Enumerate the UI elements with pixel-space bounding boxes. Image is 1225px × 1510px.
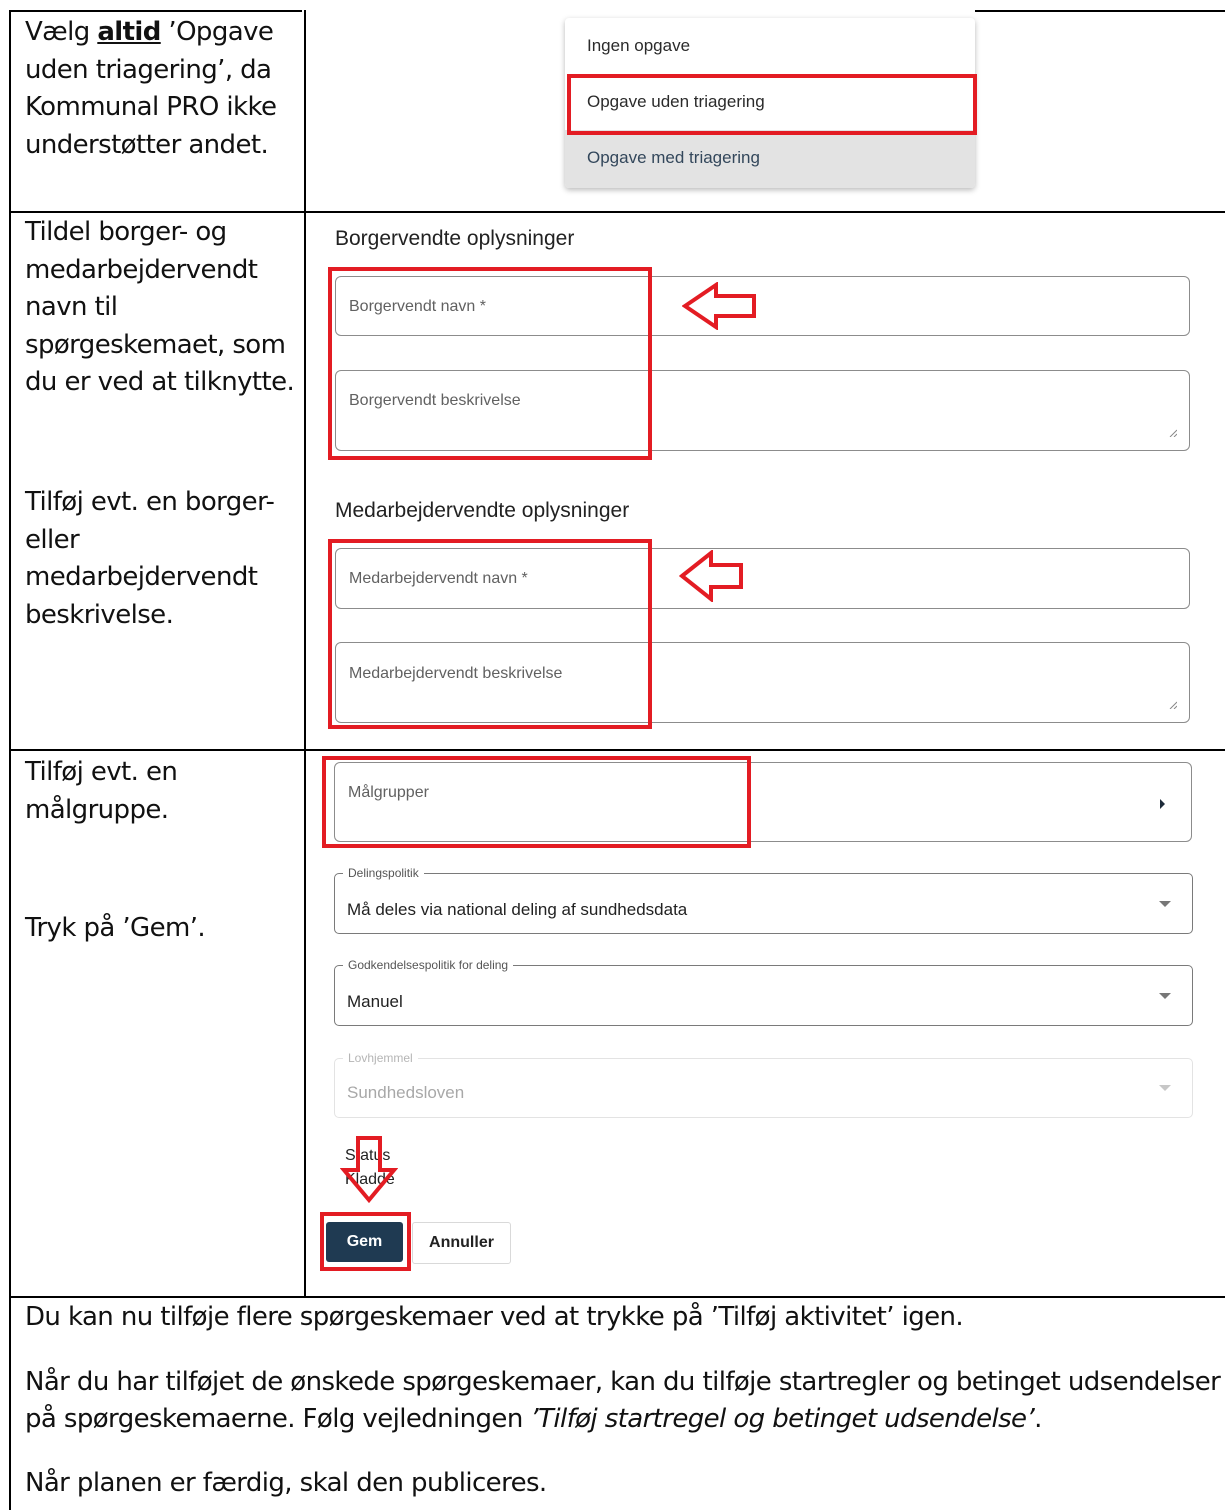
table-top-border-right: [975, 10, 1225, 12]
legal-basis-select: Lovhjemmel Sundhedsloven: [334, 1051, 1193, 1118]
highlight-target-groups: [322, 756, 751, 848]
row-divider-3: [9, 1296, 1225, 1298]
paragraph-start-rules-line-2: på spørgeskemaerne. Følg vejledningen ’T…: [25, 1404, 1042, 1434]
menu-item-task-with-triage[interactable]: Opgave med triagering: [565, 130, 975, 188]
legal-basis-value: Sundhedsloven: [347, 1083, 465, 1102]
highlight-staff-fields: [328, 539, 652, 729]
row1-instruction: Vælg altid ’Opgave uden triagering’, da …: [25, 17, 277, 160]
arrow-left-icon: [682, 282, 756, 330]
chevron-down-icon: [1159, 901, 1171, 907]
arrow-left-icon: [679, 550, 743, 602]
highlight-task-without-triage: [567, 74, 977, 135]
table-left-border: [9, 10, 11, 1510]
row3-instruction-save: Tryk på ’Gem’.: [25, 913, 206, 943]
paragraph-publish: Når planen er færdig, skal den publicere…: [25, 1468, 547, 1498]
sharing-policy-label: Delingspolitik: [343, 866, 424, 880]
arrow-down-icon: [340, 1136, 398, 1204]
row-divider-1: [9, 211, 1225, 213]
sharing-policy-select[interactable]: Delingspolitik Må deles via national del…: [334, 866, 1193, 934]
row2-instruction-names: Tildel borger- og medarbejdervendt navn …: [25, 217, 295, 397]
legal-basis-label: Lovhjemmel: [343, 1051, 418, 1065]
staff-section-title: Medarbejdervendte oplysninger: [335, 499, 630, 522]
row2-instruction-descriptions: Tilføj evt. en borger- eller medarbejder…: [25, 487, 275, 630]
column-divider: [304, 10, 306, 1296]
highlight-save-button: [320, 1212, 411, 1271]
chevron-down-icon: [1159, 993, 1171, 999]
table-top-border: [9, 10, 302, 12]
menu-item-no-task[interactable]: Ingen opgave: [565, 18, 975, 74]
row-divider-2: [9, 749, 1225, 751]
paragraph-add-more: Du kan nu tilføje flere spørgeskemaer ve…: [25, 1302, 964, 1332]
citizen-section-title: Borgervendte oplysninger: [335, 227, 575, 250]
highlight-citizen-fields: [328, 267, 652, 460]
row3-instruction-target-group: Tilføj evt. en målgruppe.: [25, 757, 178, 825]
approval-policy-select[interactable]: Godkendelsespolitik for deling Manuel: [334, 958, 1193, 1026]
sharing-policy-value: Må deles via national deling af sundheds…: [347, 900, 688, 919]
chevron-right-icon: [1160, 799, 1165, 809]
approval-policy-value: Manuel: [347, 992, 403, 1011]
resize-handle-icon[interactable]: [1168, 428, 1177, 437]
chevron-down-icon: [1159, 1085, 1171, 1091]
emphasis-always: altid: [97, 17, 161, 47]
resize-handle-icon[interactable]: [1168, 700, 1177, 709]
guide-reference: ’Tilføj startregel og betinget udsendels…: [530, 1404, 1035, 1434]
approval-policy-label: Godkendelsespolitik for deling: [343, 958, 514, 972]
paragraph-start-rules-line-1: Når du har tilføjet de ønskede spørgeske…: [25, 1367, 1221, 1397]
cancel-button[interactable]: Annuller: [412, 1222, 511, 1264]
